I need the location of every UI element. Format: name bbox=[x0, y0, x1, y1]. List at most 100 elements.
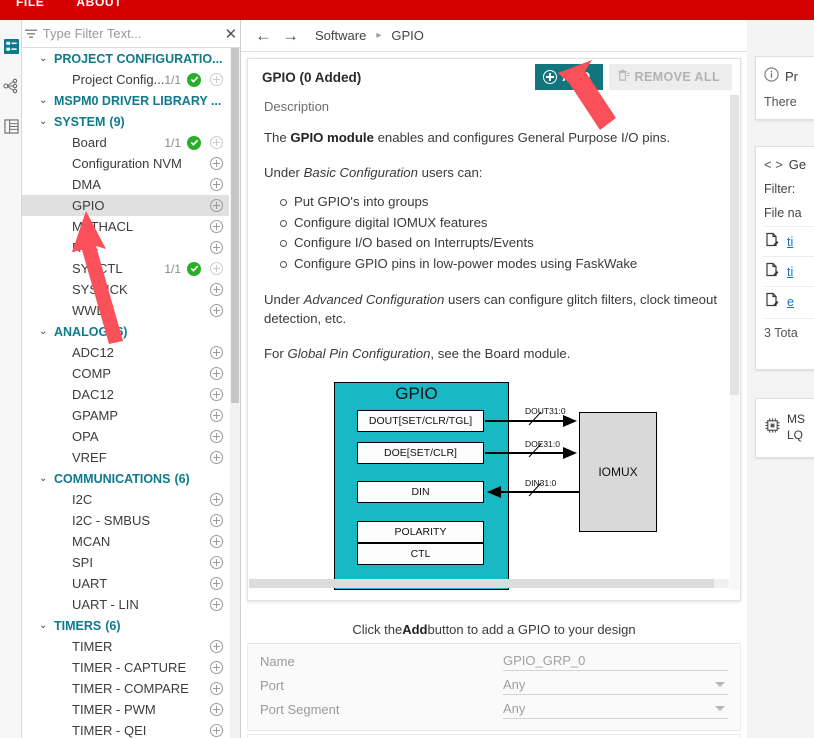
tree-group-timers[interactable]: ⌄ TIMERS (6) bbox=[22, 615, 229, 636]
generated-file-row[interactable]: ti bbox=[764, 226, 814, 256]
sidebar-item-dac12[interactable]: DAC12 bbox=[22, 384, 229, 405]
add-module-icon[interactable] bbox=[210, 178, 223, 191]
sidebar-item-uart[interactable]: UART bbox=[22, 573, 229, 594]
tree-group-count: (6) bbox=[112, 324, 128, 339]
add-module-icon[interactable] bbox=[210, 157, 223, 170]
description-hscrollbar-thumb[interactable] bbox=[249, 579, 714, 588]
sidebar-item-mcan[interactable]: MCAN bbox=[22, 531, 229, 552]
add-module-icon[interactable] bbox=[210, 577, 223, 590]
chevron-down-icon[interactable]: ⌄ bbox=[39, 326, 47, 337]
sidebar-item-uart-lin[interactable]: UART - LIN bbox=[22, 594, 229, 615]
sidebar-item-timer-capture[interactable]: TIMER - CAPTURE bbox=[22, 657, 229, 678]
chevron-down-icon[interactable] bbox=[715, 682, 725, 687]
add-module-icon[interactable] bbox=[210, 535, 223, 548]
sidebar-item-i2c[interactable]: I2C bbox=[22, 489, 229, 510]
menu-item-file[interactable]: FILE bbox=[0, 0, 60, 16]
add-module-icon[interactable] bbox=[210, 262, 223, 275]
add-module-icon[interactable] bbox=[210, 136, 223, 149]
chevron-down-icon[interactable]: ⌄ bbox=[39, 53, 47, 64]
property-input[interactable]: GPIO_GRP_0 bbox=[503, 651, 728, 671]
add-module-icon[interactable] bbox=[210, 409, 223, 422]
property-select[interactable]: Any bbox=[503, 699, 728, 719]
breadcrumb-root[interactable]: Software bbox=[315, 28, 366, 43]
group-pins-section[interactable]: Group Pins ∧ bbox=[247, 734, 741, 738]
add-module-icon[interactable] bbox=[210, 304, 223, 317]
add-module-icon[interactable] bbox=[210, 388, 223, 401]
tree-group-system[interactable]: ⌄ SYSTEM (9) bbox=[22, 111, 229, 132]
nav-back-icon[interactable]: ← bbox=[255, 27, 272, 44]
generated-file-link[interactable]: ti bbox=[787, 265, 793, 279]
sidebar-item-rtc[interactable]: RTC bbox=[22, 237, 229, 258]
menu-bar: FILE ABOUT bbox=[0, 0, 814, 20]
sidebar-item-gpio[interactable]: GPIO bbox=[22, 195, 229, 216]
filter-funnel-icon[interactable] bbox=[22, 28, 41, 40]
sidebar-item-mathacl[interactable]: MATHACL bbox=[22, 216, 229, 237]
generated-file-row[interactable]: ti bbox=[764, 256, 814, 286]
add-module-icon[interactable] bbox=[210, 430, 223, 443]
generated-file-link[interactable]: ti bbox=[787, 235, 793, 249]
sidebar-item-adc12[interactable]: ADC12 bbox=[22, 342, 229, 363]
sidebar-item-project-config[interactable]: Project Config... 1/1 bbox=[22, 69, 229, 90]
add-module-icon[interactable] bbox=[210, 661, 223, 674]
clear-filter-icon[interactable]: ✕ bbox=[221, 25, 240, 43]
add-module-icon[interactable] bbox=[210, 241, 223, 254]
nav-forward-icon[interactable]: → bbox=[282, 27, 299, 44]
add-module-icon[interactable] bbox=[210, 598, 223, 611]
tree-scrollbar-thumb[interactable] bbox=[231, 48, 239, 403]
sidebar-item-wwdt[interactable]: WWDT bbox=[22, 300, 229, 321]
filter-input[interactable] bbox=[40, 25, 221, 42]
register-table-icon[interactable] bbox=[0, 106, 22, 146]
generated-file-row[interactable]: e bbox=[764, 286, 814, 316]
add-module-icon[interactable] bbox=[210, 220, 223, 233]
sidebar-item-sysctl[interactable]: SYSCTL 1/1 bbox=[22, 258, 229, 279]
add-module-icon[interactable] bbox=[210, 724, 223, 737]
chevron-down-icon[interactable] bbox=[715, 706, 725, 711]
add-button[interactable]: ADD bbox=[535, 64, 603, 90]
menu-item-about[interactable]: ABOUT bbox=[60, 0, 138, 16]
sidebar-item-spi[interactable]: SPI bbox=[22, 552, 229, 573]
card-vscrollbar[interactable] bbox=[730, 95, 739, 590]
tree-group-analog[interactable]: ⌄ ANALOG (6) bbox=[22, 321, 229, 342]
software-config-icon[interactable] bbox=[0, 26, 22, 66]
sidebar-item-i2c-smbus[interactable]: I2C - SMBUS bbox=[22, 510, 229, 531]
add-module-icon[interactable] bbox=[210, 640, 223, 653]
sidebar-item-dma[interactable]: DMA bbox=[22, 174, 229, 195]
tree-group-project-configuratio[interactable]: ⌄ PROJECT CONFIGURATIO... bbox=[22, 48, 229, 69]
add-module-icon[interactable] bbox=[210, 73, 223, 86]
add-module-icon[interactable] bbox=[210, 199, 223, 212]
add-module-icon[interactable] bbox=[210, 682, 223, 695]
sidebar-item-systick[interactable]: SYSTICK bbox=[22, 279, 229, 300]
property-select[interactable]: Any bbox=[503, 675, 728, 695]
chevron-down-icon[interactable]: ⌄ bbox=[39, 95, 47, 106]
add-module-icon[interactable] bbox=[210, 346, 223, 359]
tree-group-mspm0-driver-library[interactable]: ⌄ MSPM0 DRIVER LIBRARY ... bbox=[22, 90, 229, 111]
sidebar-item-timer[interactable]: TIMER bbox=[22, 636, 229, 657]
sidebar-item-gpamp[interactable]: GPAMP bbox=[22, 405, 229, 426]
sidebar-item-timer-compare[interactable]: TIMER - COMPARE bbox=[22, 678, 229, 699]
pinmux-graph-icon[interactable] bbox=[0, 66, 22, 106]
sidebar-item-timer-qei[interactable]: TIMER - QEI bbox=[22, 720, 229, 738]
tree-group-communications[interactable]: ⌄ COMMUNICATIONS (6) bbox=[22, 468, 229, 489]
description-hscrollbar[interactable] bbox=[249, 579, 729, 588]
sidebar-item-timer-pwm[interactable]: TIMER - PWM bbox=[22, 699, 229, 720]
sidebar-item-comp[interactable]: COMP bbox=[22, 363, 229, 384]
add-module-icon[interactable] bbox=[210, 703, 223, 716]
generated-file-link[interactable]: e bbox=[787, 295, 794, 309]
add-module-icon[interactable] bbox=[210, 556, 223, 569]
chevron-down-icon[interactable]: ⌄ bbox=[39, 473, 47, 484]
sidebar-item-vref[interactable]: VREF bbox=[22, 447, 229, 468]
card-vscrollbar-thumb[interactable] bbox=[730, 95, 739, 395]
add-module-icon[interactable] bbox=[210, 367, 223, 380]
module-tree[interactable]: ⌄ PROJECT CONFIGURATIO... Project Config..… bbox=[22, 48, 240, 738]
sidebar-item-configuration-nvm[interactable]: Configuration NVM bbox=[22, 153, 229, 174]
chevron-down-icon[interactable]: ⌄ bbox=[39, 116, 47, 127]
add-module-icon[interactable] bbox=[210, 283, 223, 296]
tree-scrollbar[interactable] bbox=[230, 48, 240, 738]
add-module-icon[interactable] bbox=[210, 514, 223, 527]
add-module-icon[interactable] bbox=[210, 451, 223, 464]
chevron-down-icon[interactable]: ⌄ bbox=[39, 620, 47, 631]
add-module-icon[interactable] bbox=[210, 493, 223, 506]
sidebar-item-board[interactable]: Board 1/1 bbox=[22, 132, 229, 153]
sidebar-item-opa[interactable]: OPA bbox=[22, 426, 229, 447]
remove-all-button[interactable]: REMOVE ALL bbox=[608, 64, 732, 90]
